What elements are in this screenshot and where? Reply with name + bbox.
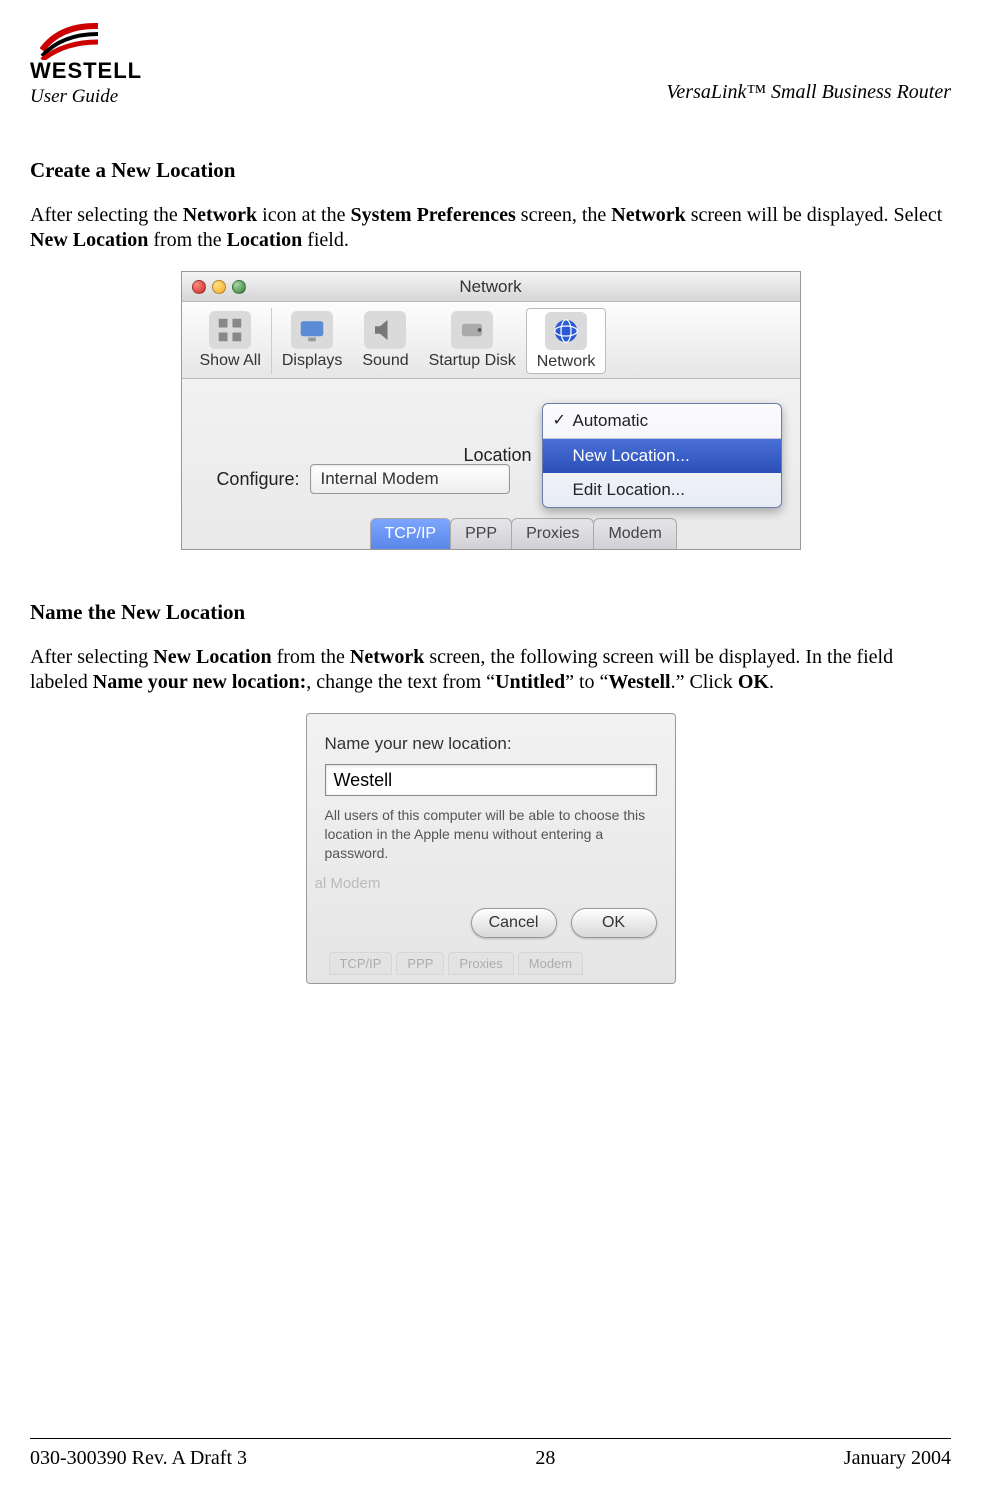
page-footer: 030-300390 Rev. A Draft 3 28 January 200…: [30, 1438, 951, 1470]
footer-page-number: 28: [535, 1447, 555, 1470]
globe-icon: [545, 312, 587, 350]
toolbar-network[interactable]: Network: [526, 308, 607, 374]
ok-button[interactable]: OK: [571, 908, 657, 938]
display-icon: [291, 311, 333, 349]
dropdown-item-new-location[interactable]: New Location...: [543, 438, 781, 473]
tab-tcpip[interactable]: TCP/IP: [370, 518, 452, 549]
speaker-icon: [364, 311, 406, 349]
user-guide-label: User Guide: [30, 86, 210, 108]
configure-select[interactable]: Internal Modem: [310, 464, 510, 494]
brand-text: WESTELL: [30, 58, 210, 84]
location-name-input[interactable]: Westell: [325, 764, 657, 796]
name-location-help: All users of this computer will be able …: [325, 806, 657, 863]
footer-left: 030-300390 Rev. A Draft 3: [30, 1447, 247, 1470]
tab-ppp[interactable]: PPP: [450, 518, 512, 549]
network-tabs: TCP/IP PPP Proxies Modem: [370, 518, 782, 549]
network-window: Network Show All Displays Sound Startup …: [181, 271, 801, 550]
grid-icon: [209, 311, 251, 349]
configure-label: Configure:: [200, 469, 300, 490]
name-location-dialog: Name your new location: Westell All user…: [306, 713, 676, 984]
section-name-location-body: After selecting New Location from the Ne…: [30, 645, 951, 695]
section-name-location-title: Name the New Location: [30, 600, 951, 625]
footer-right: January 2004: [844, 1447, 951, 1470]
dropdown-item-edit-location[interactable]: Edit Location...: [543, 473, 781, 507]
toolbar-sound[interactable]: Sound: [352, 308, 418, 374]
toolbar-show-all[interactable]: Show All: [190, 308, 271, 374]
toolbar-startup-disk[interactable]: Startup Disk: [419, 308, 526, 374]
disk-icon: [451, 311, 493, 349]
window-title: Network: [182, 277, 800, 297]
page-header: WESTELL User Guide VersaLink™ Small Busi…: [30, 20, 951, 108]
background-ghost-text: al Modem: [315, 875, 657, 892]
logo-block: WESTELL User Guide: [30, 20, 210, 108]
network-main-area: Location Automatic New Location... Edit …: [182, 379, 800, 549]
window-titlebar: Network: [182, 272, 800, 302]
tab-proxies[interactable]: Proxies: [511, 518, 594, 549]
location-dropdown[interactable]: Automatic New Location... Edit Location.…: [542, 403, 782, 508]
toolbar-displays[interactable]: Displays: [271, 308, 352, 374]
location-label: Location: [463, 445, 531, 466]
cancel-button[interactable]: Cancel: [471, 908, 557, 938]
dropdown-item-automatic[interactable]: Automatic: [543, 404, 781, 438]
dialog-buttons: Cancel OK: [325, 898, 657, 948]
section-create-location-title: Create a New Location: [30, 158, 951, 183]
product-name: VersaLink™ Small Business Router: [666, 81, 951, 108]
logo-swoosh-icon: [40, 20, 100, 60]
tab-modem[interactable]: Modem: [593, 518, 676, 549]
background-ghost-tabs: TCP/IP PPP Proxies Modem: [329, 952, 657, 975]
section-create-location-body: After selecting the Network icon at the …: [30, 203, 951, 253]
name-location-label: Name your new location:: [325, 734, 657, 754]
prefs-toolbar: Show All Displays Sound Startup Disk Net…: [182, 302, 800, 379]
